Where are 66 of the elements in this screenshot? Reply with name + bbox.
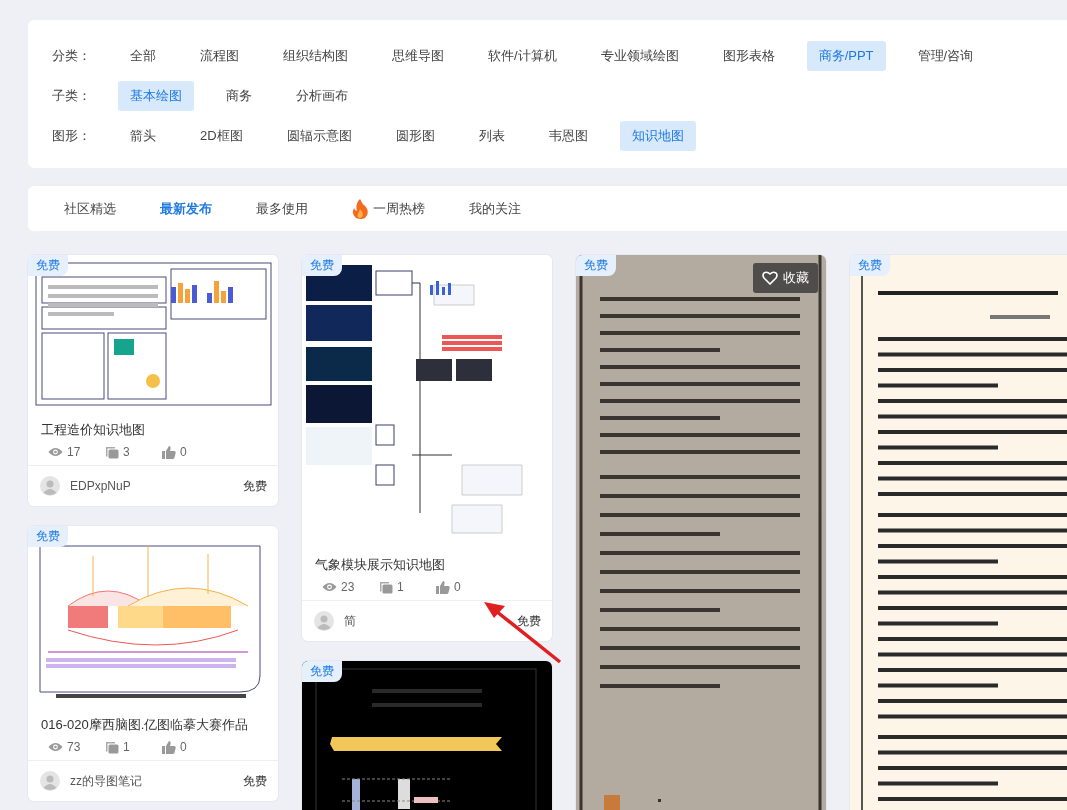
card-title[interactable]: 工程造价知识地图 <box>28 411 278 439</box>
tab[interactable]: 我的关注 <box>447 186 543 231</box>
stat-count: 1 <box>123 740 130 754</box>
comment-icon <box>379 580 393 594</box>
tab[interactable]: 一周热榜 <box>330 186 447 231</box>
price-label: 免费 <box>517 612 541 630</box>
filter-option[interactable]: 分析画布 <box>284 81 360 111</box>
filter-option[interactable]: 商务/PPT <box>806 41 886 71</box>
favorite-button[interactable]: 收藏 <box>753 263 818 293</box>
thumbs-up-icon <box>162 445 176 459</box>
filter-option[interactable]: 知识地图 <box>619 121 696 151</box>
filter-option[interactable]: 列表 <box>466 121 517 151</box>
card-title[interactable]: 气象模块展示知识地图 <box>302 546 552 574</box>
filter-option[interactable]: 专业领域绘图 <box>588 41 691 71</box>
price-tag: 免费 <box>302 255 342 276</box>
price-tag: 免费 <box>302 661 342 682</box>
filter-option[interactable]: 商务 <box>214 81 264 111</box>
filter-option[interactable]: 基本绘图 <box>118 81 194 111</box>
filter-option[interactable]: 管理/咨询 <box>905 41 986 71</box>
filter-option[interactable]: 软件/计算机 <box>476 41 569 71</box>
flame-icon <box>352 198 369 219</box>
stat-count: 0 <box>454 580 461 594</box>
avatar-icon <box>314 611 334 631</box>
filter-option[interactable]: 2D框图 <box>188 121 255 151</box>
stat-count: 73 <box>67 740 81 754</box>
filter-label: 子类： <box>52 87 92 105</box>
price-tag: 免费 <box>850 255 890 276</box>
filter-label: 分类： <box>52 47 92 65</box>
card-title[interactable]: 016-020摩西脑图.亿图临摹大赛作品 <box>28 706 278 734</box>
tab[interactable]: 最新发布 <box>138 186 234 231</box>
eye-icon <box>48 742 63 752</box>
eye-icon <box>322 582 337 592</box>
price-label: 免费 <box>243 772 267 790</box>
comment-icon <box>105 740 119 754</box>
avatar-icon <box>40 476 60 496</box>
avatar-icon <box>40 771 60 791</box>
filter-option[interactable]: 圆形图 <box>383 121 447 151</box>
stat-count: 1 <box>397 580 404 594</box>
stat-count: 3 <box>123 445 130 459</box>
filter-option[interactable]: 图形表格 <box>710 41 787 71</box>
price-tag: 免费 <box>28 255 68 276</box>
filter-option[interactable]: 流程图 <box>188 41 251 71</box>
price-tag: 免费 <box>28 526 68 547</box>
price-label: 免费 <box>243 477 267 495</box>
price-tag: 免费 <box>576 255 616 276</box>
filter-option[interactable]: 全部 <box>118 41 168 71</box>
author-name[interactable]: EDPxpNuP <box>70 479 233 493</box>
author-name[interactable]: zz的导图笔记 <box>70 772 233 790</box>
thumbs-up-icon <box>162 740 176 754</box>
tab[interactable]: 社区精选 <box>42 186 138 231</box>
stat-count: 17 <box>67 445 81 459</box>
filter-option[interactable]: 思维导图 <box>380 41 456 71</box>
filter-label: 图形： <box>52 127 92 145</box>
stat-count: 23 <box>341 580 355 594</box>
eye-icon <box>48 447 63 457</box>
tab[interactable]: 最多使用 <box>234 186 330 231</box>
comment-icon <box>105 445 119 459</box>
stat-count: 0 <box>180 445 187 459</box>
filter-option[interactable]: 韦恩图 <box>536 121 600 151</box>
filter-option[interactable]: 圆辐示意图 <box>274 121 364 151</box>
filter-option[interactable]: 组织结构图 <box>271 41 360 71</box>
thumbs-up-icon <box>436 580 450 594</box>
author-name[interactable]: 简 <box>344 612 507 630</box>
stat-count: 0 <box>180 740 187 754</box>
filter-option[interactable]: 箭头 <box>118 121 168 151</box>
heart-icon <box>762 271 778 285</box>
